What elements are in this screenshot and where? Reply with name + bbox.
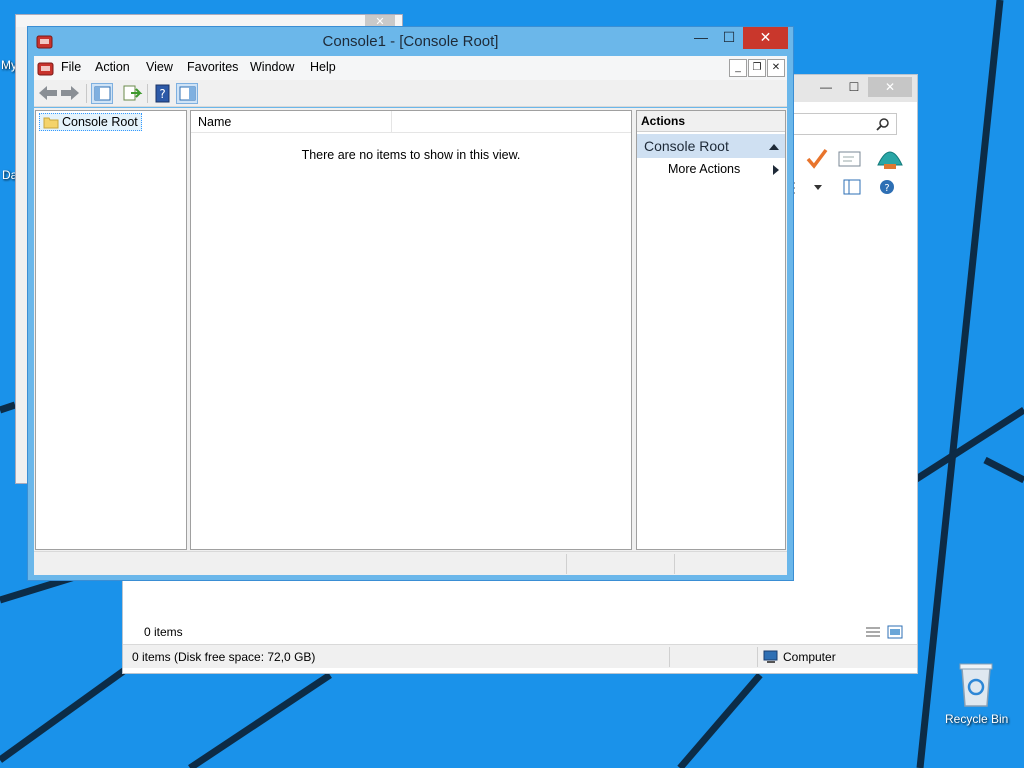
close-button[interactable]: ✕: [868, 77, 912, 97]
menu-action[interactable]: Action: [95, 60, 130, 74]
list-header: Name: [191, 111, 631, 133]
recycle-bin-icon: [959, 663, 993, 707]
menu-window[interactable]: Window: [250, 60, 294, 74]
minimize-button[interactable]: —: [813, 77, 839, 97]
explorer-footer: 0 items: [123, 621, 917, 643]
maximize-button[interactable]: ☐: [715, 27, 743, 49]
child-restore-button[interactable]: ❐: [748, 59, 766, 77]
mmc-window[interactable]: Console1 - [Console Root] — ☐ ✕ File Act…: [27, 26, 794, 581]
menu-view[interactable]: View: [146, 60, 173, 74]
show-hide-action-pane-icon[interactable]: [176, 83, 198, 104]
folder-icon: [43, 117, 59, 129]
mmc-content: Console Root Name There are no items to …: [34, 108, 787, 551]
chevron-right-icon[interactable]: [772, 165, 779, 175]
close-button[interactable]: ✕: [743, 27, 788, 49]
actions-pane: Actions Console Root More Actions: [636, 110, 786, 550]
shell-icon[interactable]: [876, 145, 904, 171]
menu-bar: File Action View Favorites Window Help _…: [34, 56, 787, 80]
desktop: My Da Recycle Bin ✕ — ☐ ✕ ? 0 items 0 it…: [0, 0, 1024, 768]
large-icons-view-icon[interactable]: [887, 625, 903, 639]
actions-group-label: Console Root: [644, 138, 729, 154]
tree-node-console-root[interactable]: Console Root: [39, 113, 142, 131]
checkmark-icon[interactable]: [805, 147, 829, 171]
empty-list-message: There are no items to show in this view.: [301, 148, 521, 162]
console-tree-pane[interactable]: Console Root: [35, 110, 187, 550]
chevron-down-icon[interactable]: [813, 183, 823, 193]
actions-pane-title: Actions: [637, 111, 785, 132]
more-actions-label: More Actions: [668, 162, 741, 176]
status-location: Computer: [783, 650, 836, 664]
child-minimize-button[interactable]: _: [729, 59, 747, 77]
window-title: Console1 - [Console Root]: [322, 33, 499, 50]
svg-text:?: ?: [159, 87, 165, 101]
toolbar: ?: [34, 80, 787, 107]
tree-node-label: Console Root: [62, 115, 138, 129]
svg-text:?: ?: [884, 183, 889, 194]
details-view-icon[interactable]: [865, 625, 881, 639]
child-close-button[interactable]: ✕: [767, 59, 785, 77]
computer-icon: [763, 650, 778, 663]
maximize-button[interactable]: ☐: [841, 77, 867, 97]
more-actions-item[interactable]: More Actions: [668, 162, 740, 176]
recycle-bin-label: Recycle Bin: [945, 712, 1009, 726]
minimize-button[interactable]: —: [687, 27, 715, 49]
mmc-status-bar: [34, 551, 787, 575]
export-list-icon[interactable]: [121, 83, 143, 104]
menu-help[interactable]: Help: [310, 60, 336, 74]
items-count: 0 items: [144, 625, 183, 639]
actions-group-header[interactable]: Console Root: [637, 134, 785, 158]
collapse-up-icon: [769, 144, 779, 150]
preview-pane-icon[interactable]: [843, 179, 861, 195]
show-hide-tree-icon[interactable]: [91, 83, 113, 104]
result-list-pane[interactable]: Name There are no items to show in this …: [190, 110, 632, 550]
column-header-name[interactable]: Name: [191, 111, 392, 133]
status-text: 0 items (Disk free space: 72,0 GB): [132, 650, 316, 664]
mmc-document-icon[interactable]: [37, 60, 55, 76]
back-arrow-icon[interactable]: [37, 83, 59, 104]
help-icon[interactable]: ?: [879, 179, 895, 195]
explorer-status-bar: 0 items (Disk free space: 72,0 GB) Compu…: [123, 644, 917, 668]
menu-file[interactable]: File: [61, 60, 81, 74]
help-icon[interactable]: ?: [152, 83, 174, 104]
menu-favorites[interactable]: Favorites: [187, 60, 238, 74]
search-icon: [876, 118, 889, 131]
mmc-title-bar[interactable]: Console1 - [Console Root] — ☐ ✕: [28, 27, 793, 55]
recycle-bin[interactable]: Recycle Bin: [940, 660, 1010, 730]
forward-arrow-icon[interactable]: [59, 83, 81, 104]
explorer-search-input[interactable]: [785, 113, 897, 135]
envelope-icon[interactable]: [838, 149, 862, 169]
